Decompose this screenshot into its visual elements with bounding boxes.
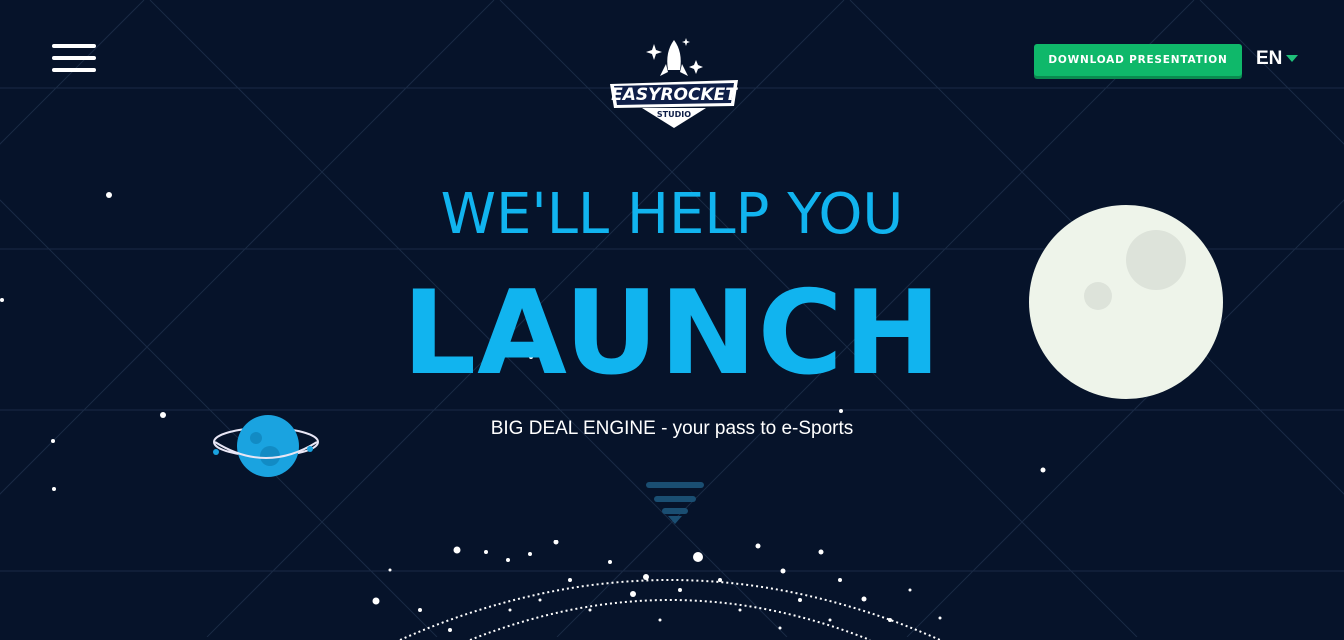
globe-illustration <box>372 540 942 640</box>
scroll-down-icon[interactable] <box>646 482 706 526</box>
logo-main-text: EASYROCKET <box>611 85 738 105</box>
download-presentation-button[interactable]: DOWNLOAD PRESENTATION <box>1034 44 1242 76</box>
hamburger-icon-bar <box>52 56 96 60</box>
logo-sub-text: STUDIO <box>657 110 691 119</box>
moon-illustration <box>1029 205 1223 399</box>
hamburger-icon <box>52 44 96 48</box>
menu-button[interactable] <box>52 44 96 76</box>
hamburger-icon-bar <box>52 68 96 72</box>
language-label: EN <box>1256 48 1283 69</box>
hero-tagline: BIG DEAL ENGINE - your pass to e-Sports <box>490 418 854 439</box>
chevron-down-icon <box>1286 55 1299 63</box>
easyrocket-logo[interactable]: EASYROCKET STUDIO <box>606 36 742 132</box>
planet-illustration <box>213 415 319 477</box>
language-selector[interactable]: EN <box>1256 48 1299 70</box>
